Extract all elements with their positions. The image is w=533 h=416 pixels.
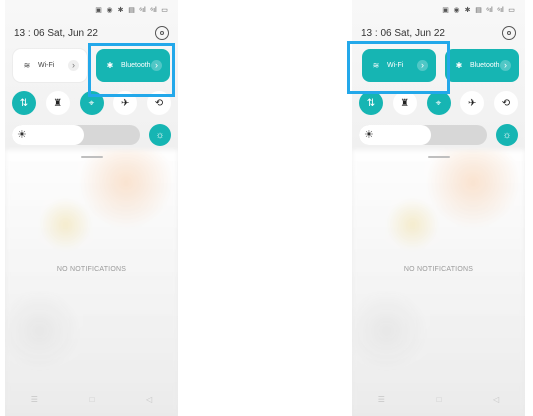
battery-icon: ▭ [161, 7, 168, 14]
mail-icon: ▤ [475, 7, 482, 14]
chevron-right-icon[interactable]: › [68, 60, 79, 71]
quick-toggle-row: ⇅ ♜ ⌖ ✈ ⟲ [12, 91, 171, 115]
flashlight-icon[interactable]: ♜ [392, 91, 417, 115]
right-phone-screen: ▣ ◉ ✱ ▤ ⁶ıl ⁶ıl ▭ 13 : 06 Sat, Jun 22 ≋ … [352, 0, 525, 416]
flashlight-icon[interactable]: ♜ [45, 91, 70, 115]
mail-icon: ▤ [128, 7, 135, 14]
back-icon[interactable]: ◁ [493, 395, 499, 404]
bluetooth-label: Bluetooth [121, 62, 151, 69]
sun-icon: ☀ [364, 129, 374, 141]
sun-icon: ☀ [17, 129, 27, 141]
status-bar: ▣ ◉ ✱ ▤ ⁶ıl ⁶ıl ▭ [442, 7, 515, 14]
wifi-tile[interactable]: ≋ Wi-Fi › [13, 49, 87, 82]
location-icon[interactable]: ⌖ [426, 91, 451, 115]
navigation-bar: ☰ □ ◁ [5, 392, 178, 406]
airplane-icon[interactable]: ✈ [113, 91, 138, 115]
bluetooth-icon: ✱ [106, 61, 114, 70]
brightness-slider[interactable]: ☀ [12, 125, 140, 145]
time-date-row: 13 : 06 Sat, Jun 22 [361, 25, 516, 41]
time-date: 13 : 06 Sat, Jun 22 [14, 28, 98, 39]
menu-icon[interactable]: ☰ [31, 395, 38, 404]
wifi-label: Wi-Fi [387, 62, 404, 69]
wifi-label: Wi-Fi [38, 62, 55, 69]
bluetooth-tile[interactable]: ✱ Bluetooth › [96, 49, 170, 82]
drag-handle[interactable] [81, 156, 103, 158]
navigation-bar: ☰ □ ◁ [352, 392, 525, 406]
auto-brightness-icon[interactable]: ☼ [149, 124, 171, 146]
signal-icon: ⁶ıl [497, 7, 504, 14]
app-icon: ◉ [106, 7, 113, 14]
bluetooth-icon: ✱ [455, 61, 463, 70]
signal-icon: ⁶ıl [139, 7, 146, 14]
home-icon[interactable]: □ [437, 395, 442, 404]
settings-icon[interactable] [502, 26, 516, 40]
home-icon[interactable]: □ [90, 395, 95, 404]
status-bar: ▣ ◉ ✱ ▤ ⁶ıl ⁶ıl ▭ [95, 7, 168, 14]
back-icon[interactable]: ◁ [146, 395, 152, 404]
no-notifications-text: NO NOTIFICATIONS [403, 266, 474, 273]
chevron-right-icon[interactable]: › [500, 60, 511, 71]
brightness-row: ☀ ☼ [359, 123, 518, 147]
brightness-row: ☀ ☼ [12, 123, 171, 147]
bluetooth-tile[interactable]: ✱ Bluetooth › [445, 49, 519, 82]
time-date: 13 : 06 Sat, Jun 22 [361, 28, 445, 39]
battery-icon: ▭ [508, 7, 515, 14]
bluetooth-status-icon: ✱ [117, 7, 124, 14]
rotate-icon[interactable]: ⟲ [147, 91, 171, 115]
photo-icon: ▣ [95, 7, 102, 14]
time-date-row: 13 : 06 Sat, Jun 22 [14, 25, 169, 41]
mobile-data-icon[interactable]: ⇅ [12, 91, 36, 115]
comparison-screenshot: ▣ ◉ ✱ ▤ ⁶ıl ⁶ıl ▭ 13 : 06 Sat, Jun 22 ≋ … [0, 0, 533, 416]
wifi-icon: ≋ [372, 61, 380, 70]
menu-icon[interactable]: ☰ [378, 395, 385, 404]
mobile-data-icon[interactable]: ⇅ [359, 91, 383, 115]
blurred-background [352, 150, 525, 416]
date-text: Sat, Jun 22 [47, 27, 98, 39]
brightness-slider[interactable]: ☀ [359, 125, 487, 145]
no-notifications-text: NO NOTIFICATIONS [56, 266, 127, 273]
bluetooth-status-icon: ✱ [464, 7, 471, 14]
chevron-right-icon[interactable]: › [151, 60, 162, 71]
drag-handle[interactable] [428, 156, 450, 158]
rotate-icon[interactable]: ⟲ [494, 91, 518, 115]
location-icon[interactable]: ⌖ [79, 91, 104, 115]
clock-time: 13 : 06 [361, 27, 392, 39]
photo-icon: ▣ [442, 7, 449, 14]
app-icon: ◉ [453, 7, 460, 14]
wifi-icon: ≋ [23, 61, 31, 70]
quick-toggle-row: ⇅ ♜ ⌖ ✈ ⟲ [359, 91, 518, 115]
clock-time: 13 : 06 [14, 27, 45, 39]
wifi-tile[interactable]: ≋ Wi-Fi › [362, 49, 436, 82]
signal-icon: ⁶ıl [486, 7, 493, 14]
date-text: Sat, Jun 22 [394, 27, 445, 39]
blurred-background [5, 150, 178, 416]
chevron-right-icon[interactable]: › [417, 60, 428, 71]
signal-icon: ⁶ıl [150, 7, 157, 14]
auto-brightness-icon[interactable]: ☼ [496, 124, 518, 146]
bluetooth-label: Bluetooth [470, 62, 500, 69]
left-phone-screen: ▣ ◉ ✱ ▤ ⁶ıl ⁶ıl ▭ 13 : 06 Sat, Jun 22 ≋ … [5, 0, 178, 416]
settings-icon[interactable] [155, 26, 169, 40]
airplane-icon[interactable]: ✈ [460, 91, 485, 115]
